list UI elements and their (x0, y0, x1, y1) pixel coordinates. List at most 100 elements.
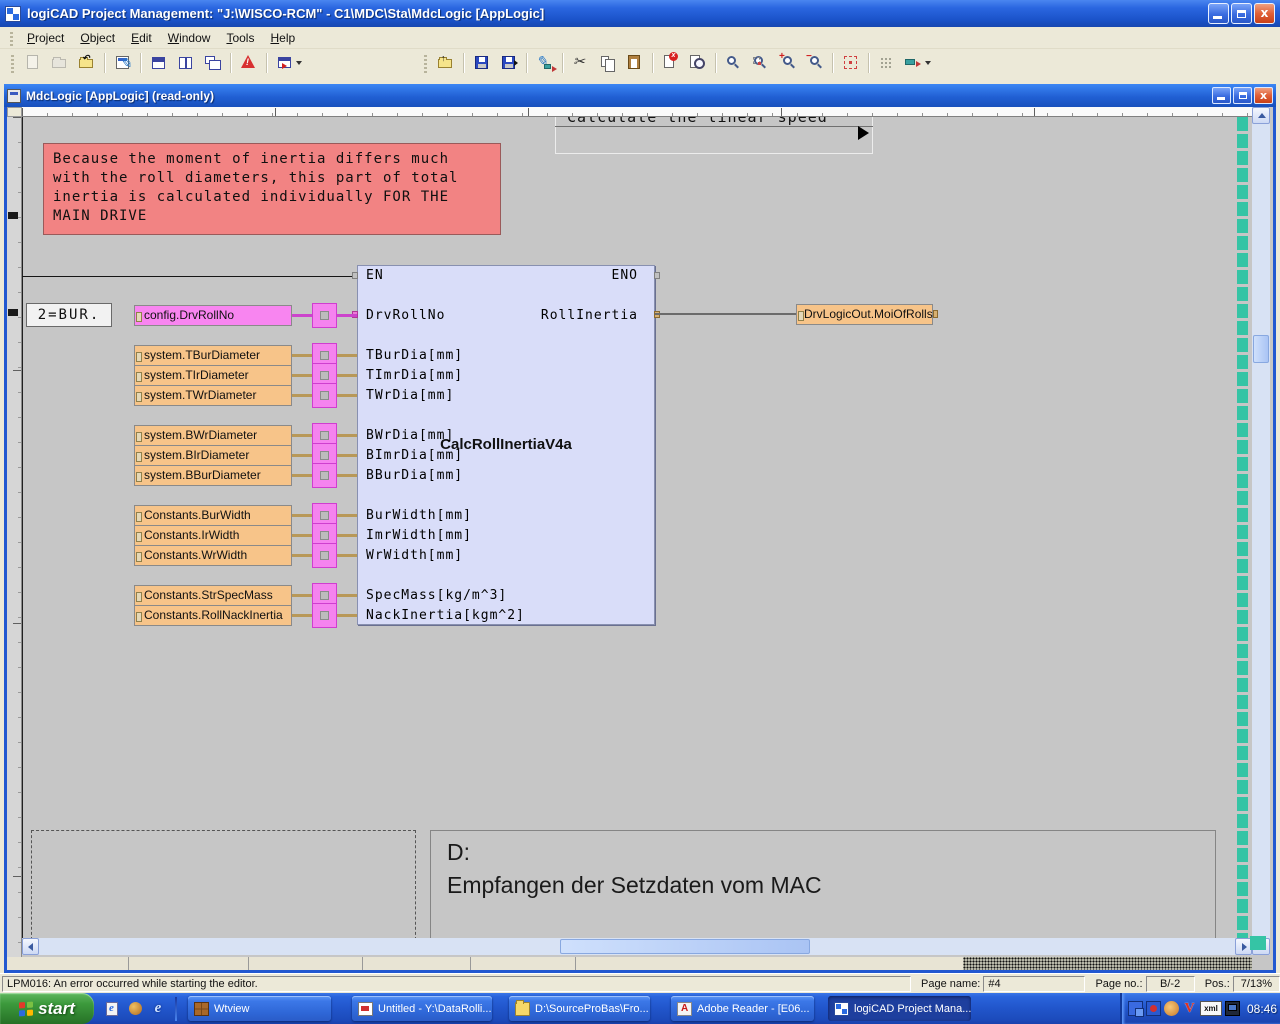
vertical-scrollbar[interactable] (1252, 107, 1270, 955)
task-button-adobe-reader[interactable]: Adobe Reader - [E06... (671, 996, 814, 1021)
copy-icon[interactable] (594, 51, 621, 75)
wire (337, 554, 357, 557)
grid-settings-icon[interactable] (873, 51, 900, 75)
menu-edit[interactable]: Edit (123, 28, 160, 48)
restore-button[interactable] (1231, 3, 1252, 24)
editor-close-button[interactable]: x (1254, 87, 1273, 104)
fb-input-pin: BWrDia[mm] (366, 427, 454, 444)
antivirus-icon[interactable]: V (1182, 1001, 1197, 1016)
minimize-button[interactable] (1208, 3, 1229, 24)
description-box[interactable]: D: Empfangen der Setzdaten vom MAC (430, 830, 1216, 938)
dropdown-caret-icon[interactable] (925, 61, 931, 65)
output-variable-label[interactable]: DrvLogicOut.MoiOfRolls (796, 304, 933, 325)
variable-label[interactable]: system.BWrDiameter (134, 425, 292, 446)
tile-horizontal-icon[interactable] (145, 51, 172, 75)
connection-point[interactable] (312, 383, 337, 408)
pin-stub (654, 272, 660, 279)
variable-label[interactable]: Constants.IrWidth (134, 525, 292, 546)
scroll-left-arrow[interactable] (22, 938, 39, 955)
display-icon[interactable] (1225, 1001, 1240, 1016)
variable-label[interactable]: config.DrvRollNo (134, 305, 292, 326)
variable-label[interactable]: Constants.RollNackInertia (134, 605, 292, 626)
task-button-explorer[interactable]: D:\SourceProBas\Fro... (509, 996, 650, 1021)
horizontal-scroll-thumb[interactable] (560, 939, 810, 954)
new-document-icon[interactable] (19, 51, 46, 75)
wire (292, 314, 313, 317)
vertical-ruler (7, 117, 22, 970)
media-agent-icon[interactable] (125, 999, 145, 1019)
start-button[interactable]: start (0, 993, 94, 1024)
quick-launch-bar: e (102, 997, 181, 1021)
diagram-canvas[interactable]: Calculate the linear speed Because the m… (22, 117, 1252, 938)
menu-window[interactable]: Window (160, 28, 219, 48)
ie-document-icon[interactable] (102, 999, 122, 1019)
delete-object-icon[interactable] (657, 51, 684, 75)
variable-label[interactable]: system.TBurDiameter (134, 345, 292, 366)
pos-label: Pos.: (1205, 978, 1230, 990)
internet-explorer-icon[interactable]: e (148, 999, 168, 1019)
close-button[interactable]: x (1254, 3, 1275, 24)
save-icon[interactable] (468, 51, 495, 75)
adobe-reader-icon (677, 1002, 692, 1016)
bur-note-box[interactable]: 2=BUR. (26, 303, 112, 327)
zoom-window-icon[interactable] (720, 51, 747, 75)
variable-label[interactable]: Constants.WrWidth (134, 545, 292, 566)
menu-project[interactable]: Project (19, 28, 72, 48)
empty-frame-box[interactable] (31, 830, 416, 938)
menu-grip (10, 30, 13, 46)
vertical-scroll-thumb[interactable] (1253, 335, 1269, 363)
zoom-out-icon[interactable] (801, 51, 828, 75)
wire (337, 514, 357, 517)
menu-help[interactable]: Help (262, 28, 303, 48)
goto-page-icon[interactable] (271, 51, 307, 75)
menu-object[interactable]: Object (72, 28, 123, 48)
open-project-icon[interactable]: ↶ (73, 51, 100, 75)
edit-tools-icon[interactable]: ✎ (531, 51, 558, 75)
connection-point[interactable] (312, 603, 337, 628)
page-no-label: Page no.: (1095, 978, 1142, 990)
inertia-comment-box[interactable]: Because the moment of inertia differs mu… (43, 143, 501, 235)
connection-point[interactable] (312, 303, 337, 328)
menu-tools[interactable]: Tools (218, 28, 262, 48)
connection-point[interactable] (312, 543, 337, 568)
parent-folder-icon[interactable]: ↑ (432, 51, 459, 75)
zoom-fit-icon[interactable] (837, 51, 864, 75)
object-properties-icon[interactable]: ✎ (109, 51, 136, 75)
wire (337, 314, 357, 317)
variable-label[interactable]: system.TIrDiameter (134, 365, 292, 386)
variable-label[interactable]: system.TWrDiameter (134, 385, 292, 406)
editor-restore-button[interactable] (1233, 87, 1252, 104)
wire (337, 434, 357, 437)
variable-label[interactable]: Constants.BurWidth (134, 505, 292, 526)
fb-input-pin: ImrWidth[mm] (366, 527, 472, 544)
message-list-icon[interactable] (235, 51, 262, 75)
dropdown-caret-icon[interactable] (296, 61, 302, 65)
editor-minimize-button[interactable] (1212, 87, 1231, 104)
tile-vertical-icon[interactable] (172, 51, 199, 75)
cascade-windows-icon[interactable] (199, 51, 226, 75)
check-object-icon[interactable] (684, 51, 711, 75)
open-icon[interactable] (46, 51, 73, 75)
network-icon[interactable] (1128, 1001, 1143, 1016)
xml-badge-icon[interactable]: xml (1200, 1001, 1222, 1016)
wire-tool-icon[interactable] (900, 51, 936, 75)
variable-label[interactable]: Constants.StrSpecMass (134, 585, 292, 606)
scroll-up-arrow[interactable] (1252, 107, 1270, 124)
task-button-logicad[interactable]: logiCAD Project Mana... (828, 996, 971, 1021)
task-button-wtview[interactable]: Wtview (188, 996, 331, 1021)
toolbar-grip (11, 53, 14, 73)
zoom-page-icon[interactable] (747, 51, 774, 75)
task-button-untitled[interactable]: Untitled - Y:\DataRolli... (352, 996, 492, 1021)
paste-icon[interactable] (621, 51, 648, 75)
variable-label[interactable]: system.BIrDiameter (134, 445, 292, 466)
connection-point[interactable] (312, 463, 337, 488)
comment-line: Because the moment of inertia differs mu… (53, 150, 491, 169)
cut-icon[interactable]: ✂ (567, 51, 594, 75)
save-all-icon[interactable] (495, 51, 522, 75)
fb-input-pin: NackInertia[kgm^2] (366, 607, 525, 624)
agent-icon[interactable] (1164, 1001, 1179, 1016)
zoom-in-icon[interactable] (774, 51, 801, 75)
editor-title: MdcLogic [AppLogic] (read-only) (26, 89, 1210, 103)
variable-label[interactable]: system.BBurDiameter (134, 465, 292, 486)
update-icon[interactable] (1146, 1001, 1161, 1016)
